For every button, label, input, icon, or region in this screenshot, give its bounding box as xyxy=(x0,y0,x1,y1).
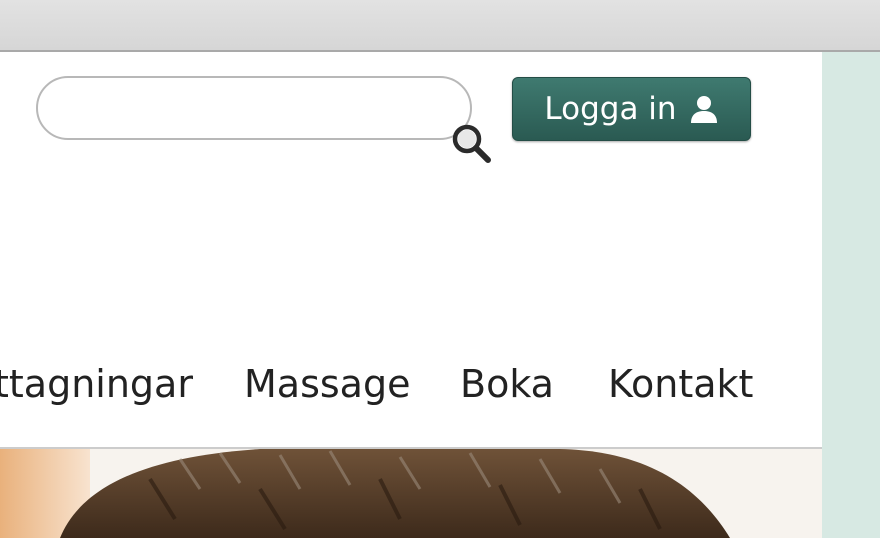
browser-toolbar xyxy=(0,0,880,52)
main-navigation: ttagningar Massage Boka Kontakt xyxy=(0,362,822,412)
search-icon[interactable] xyxy=(448,120,492,164)
search-input[interactable] xyxy=(60,90,404,128)
login-button-label: Logga in xyxy=(544,91,677,127)
side-panel xyxy=(822,52,880,538)
hero-image xyxy=(0,449,822,538)
search-box[interactable] xyxy=(36,76,491,163)
user-icon xyxy=(690,96,717,123)
login-button[interactable]: Logga in xyxy=(512,77,751,141)
nav-item-ttagningar[interactable]: ttagningar xyxy=(0,362,193,406)
page-content: Logga in ttagningar Massage Boka Kontakt xyxy=(0,52,822,538)
nav-item-kontakt[interactable]: Kontakt xyxy=(608,362,753,406)
nav-item-massage[interactable]: Massage xyxy=(244,362,410,406)
nav-item-boka[interactable]: Boka xyxy=(460,362,554,406)
hero-hair-photo xyxy=(0,449,822,538)
